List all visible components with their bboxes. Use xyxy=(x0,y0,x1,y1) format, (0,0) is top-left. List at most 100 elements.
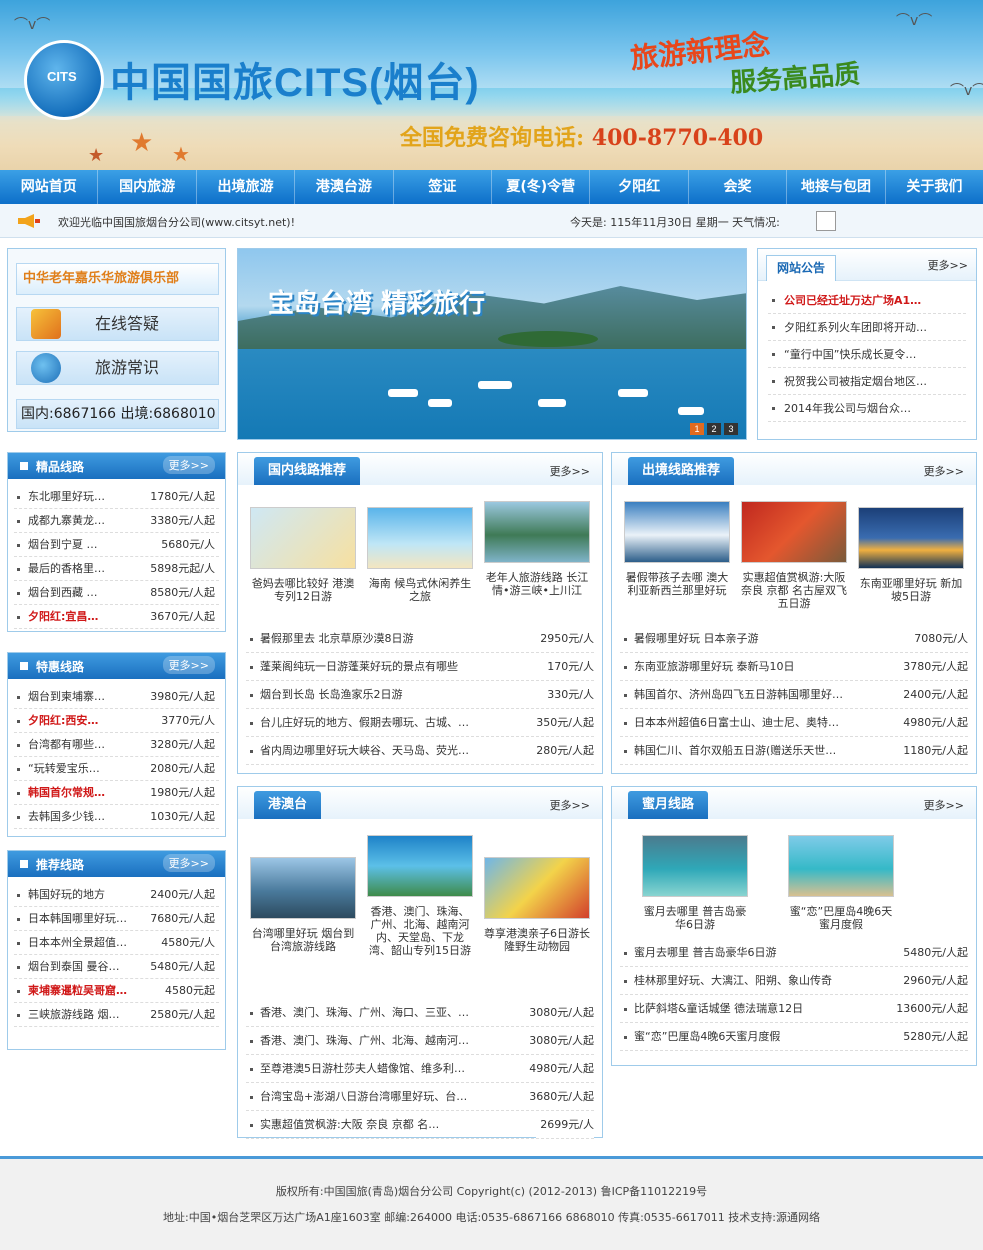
list-item[interactable]: 去韩国多少钱… 1030元/人起 xyxy=(14,805,219,829)
route-thumb-caption[interactable]: 暑假带孩子去哪 澳大利亚新西兰那里好玩 xyxy=(624,571,730,597)
list-item[interactable]: 烟台到宁夏 … 5680元/人 xyxy=(14,533,219,557)
list-item[interactable]: 韩国首尔常规… 1980元/人起 xyxy=(14,781,219,805)
list-item[interactable]: 夕阳红:西安… 3770元/人 xyxy=(14,709,219,733)
route-thumb[interactable]: 海南 候鸟式休闲养生之旅 xyxy=(367,507,473,603)
route-name[interactable]: 韩国仁川、首尔双船五日游(赠送乐天世… xyxy=(634,744,836,757)
route-thumb-caption[interactable]: 尊享港澳亲子6日游长隆野生动物园 xyxy=(484,927,590,953)
route-thumb-caption[interactable]: 香港、澳门、珠海、广州、北海、越南河内、天堂岛、下龙湾、韶山专列15日游 xyxy=(367,905,473,957)
route-name[interactable]: 韩国首尔、济州岛四飞五日游韩国哪里好… xyxy=(634,688,843,701)
route-thumb[interactable]: 东南亚哪里好玩 新加坡5日游 xyxy=(858,507,964,603)
route-image[interactable] xyxy=(484,857,590,919)
route-name[interactable]: 日本本州超值6日富士山、迪士尼、奥特… xyxy=(634,716,839,729)
domestic-title[interactable]: 国内线路推荐 xyxy=(254,457,361,485)
list-item[interactable]: 三峡旅游线路 烟… 2580元/人起 xyxy=(14,1003,219,1027)
list-item[interactable]: 蓬莱阁纯玩一日游蓬莱好玩的景点有哪些 170元/人 xyxy=(246,653,594,681)
list-item[interactable]: 最后的香格里… 5898元起/人 xyxy=(14,557,219,581)
route-image[interactable] xyxy=(858,507,964,569)
list-item[interactable]: 东南亚旅游哪里好玩 泰新马10日 3780元/人起 xyxy=(620,653,968,681)
domestic-more-link[interactable]: 更多>> xyxy=(550,463,590,479)
list-item[interactable]: 比萨斜塔&童话城堡 德法瑞意12日 13600元/人起 xyxy=(620,995,968,1023)
route-name[interactable]: 台湾宝岛+澎湖八日游台湾哪里好玩、台… xyxy=(260,1090,467,1103)
list-item[interactable]: 台儿庄好玩的地方、假期去哪玩、古城、… 350元/人起 xyxy=(246,709,594,737)
recommend-more-link[interactable]: 更多>> xyxy=(162,854,215,872)
list-item[interactable]: 暑假哪里好玩 日本亲子游 7080元/人 xyxy=(620,625,968,653)
route-name[interactable]: 桂林那里好玩、大漓江、阳朔、象山传奇 xyxy=(634,974,832,987)
list-item[interactable]: 烟台到长岛 长岛渔家乐2日游 330元/人 xyxy=(246,681,594,709)
route-name[interactable]: 日本本州全景超值… xyxy=(28,931,127,954)
site-logo-text[interactable]: 中国国旅CITS(烟台) xyxy=(110,50,480,108)
route-name[interactable]: 香港、澳门、珠海、广州、海口、三亚、… xyxy=(260,1006,469,1019)
list-item[interactable]: 蜜月去哪里 普吉岛豪华6日游 5480元/人起 xyxy=(620,939,968,967)
nav-item-mice[interactable]: 会奖 xyxy=(689,170,788,204)
club-title[interactable]: 中华老年嘉乐华旅游俱乐部 xyxy=(16,263,219,295)
list-item[interactable]: “玩转爱宝乐… 2080元/人起 xyxy=(14,757,219,781)
list-item[interactable]: 香港、澳门、珠海、广州、北海、越南河… 3080元/人起 xyxy=(246,1027,594,1055)
route-thumb[interactable]: 蜜“恋”巴厘岛4晚6天蜜月度假 xyxy=(788,835,894,931)
list-item[interactable]: 韩国仁川、首尔双船五日游(赠送乐天世… 1180元/人起 xyxy=(620,737,968,765)
list-item[interactable]: 烟台到西藏 … 8580元/人起 xyxy=(14,581,219,605)
nav-item-outbound[interactable]: 出境旅游 xyxy=(197,170,296,204)
list-item[interactable]: 蜜“恋”巴厘岛4晚6天蜜月度假 5280元/人起 xyxy=(620,1023,968,1051)
nav-item-domestic[interactable]: 国内旅游 xyxy=(98,170,197,204)
route-name[interactable]: 夕阳红:西安… xyxy=(28,709,98,732)
honeymoon-title[interactable]: 蜜月线路 xyxy=(628,791,709,819)
route-name[interactable]: 日本韩国哪里好玩… xyxy=(28,907,127,930)
route-thumb[interactable]: 暑假带孩子去哪 澳大利亚新西兰那里好玩 xyxy=(624,501,730,597)
notice-more-link[interactable]: 更多>> xyxy=(928,257,968,273)
notice-item[interactable]: “童行中国”快乐成长夏令… xyxy=(768,341,966,368)
list-item[interactable]: 日本本州超值6日富士山、迪士尼、奥特… 4980元/人起 xyxy=(620,709,968,737)
route-name[interactable]: 实惠超值赏枫游:大阪 奈良 京都 名… xyxy=(260,1118,439,1131)
special-more-link[interactable]: 更多>> xyxy=(162,656,215,674)
list-item[interactable]: 省内周边哪里好玩大峡谷、天马岛、荧光… 280元/人起 xyxy=(246,737,594,765)
outbound-more-link[interactable]: 更多>> xyxy=(924,463,964,479)
route-name[interactable]: 至尊港澳5日游杜莎夫人蜡像馆、维多利… xyxy=(260,1062,465,1075)
route-thumb-caption[interactable]: 实惠超值赏枫游:大阪 奈良 京都 名古屋双飞五日游 xyxy=(741,571,847,610)
route-image[interactable] xyxy=(642,835,748,897)
honeymoon-more-link[interactable]: 更多>> xyxy=(924,797,964,813)
route-name[interactable]: 暑假哪里好玩 日本亲子游 xyxy=(634,632,759,645)
route-name[interactable]: 蓬莱阁纯玩一日游蓬莱好玩的景点有哪些 xyxy=(260,660,458,673)
notice-item[interactable]: 2014年我公司与烟台众… xyxy=(768,395,966,422)
route-name[interactable]: 蜜“恋”巴厘岛4晚6天蜜月度假 xyxy=(634,1030,780,1043)
route-image[interactable] xyxy=(741,501,847,563)
notice-item[interactable]: 祝贺我公司被指定烟台地区… xyxy=(768,368,966,395)
route-name[interactable]: 东南亚旅游哪里好玩 泰新马10日 xyxy=(634,660,795,673)
route-name[interactable]: 柬埔寨暹粒吴哥窟… xyxy=(28,979,127,1002)
route-image[interactable] xyxy=(367,507,473,569)
route-image[interactable] xyxy=(367,835,473,897)
nav-item-visa[interactable]: 签证 xyxy=(394,170,493,204)
hero-slideshow[interactable]: 宝岛台湾 精彩旅行 1 2 3 xyxy=(237,248,747,440)
hkmacau-title[interactable]: 港澳台 xyxy=(254,791,322,819)
route-thumb-caption[interactable]: 爸妈去哪比较好 港澳专列12日游 xyxy=(250,577,356,603)
cits-globe-logo[interactable]: CITS xyxy=(24,40,104,120)
outbound-title[interactable]: 出境线路推荐 xyxy=(628,457,735,485)
route-image[interactable] xyxy=(624,501,730,563)
nav-item-ground-service[interactable]: 地接与包团 xyxy=(787,170,886,204)
route-name[interactable]: 烟台到柬埔寨… xyxy=(28,685,105,708)
route-thumb-caption[interactable]: 台湾哪里好玩 烟台到台湾旅游线路 xyxy=(250,927,356,953)
list-item[interactable]: 韩国好玩的地方 2400元/人起 xyxy=(14,883,219,907)
route-thumb[interactable]: 老年人旅游线路 长江情•游三峡•上川江 xyxy=(484,501,590,597)
list-item[interactable]: 烟台到泰国 曼谷… 5480元/人起 xyxy=(14,955,219,979)
list-item[interactable]: 台湾宝岛+澎湖八日游台湾哪里好玩、台… 3680元/人起 xyxy=(246,1083,594,1111)
list-item[interactable]: 韩国首尔、济州岛四飞五日游韩国哪里好… 2400元/人起 xyxy=(620,681,968,709)
route-name[interactable]: 比萨斜塔&童话城堡 德法瑞意12日 xyxy=(634,1002,803,1015)
route-image[interactable] xyxy=(788,835,894,897)
travel-tips-button[interactable]: 旅游常识 xyxy=(16,351,219,385)
list-item[interactable]: 香港、澳门、珠海、广州、海口、三亚、… 3080元/人起 xyxy=(246,999,594,1027)
route-name[interactable]: 三峡旅游线路 烟… xyxy=(28,1003,120,1026)
list-item[interactable]: 夕阳红:宜昌… 3670元/人起 xyxy=(14,605,219,629)
nav-item-about[interactable]: 关于我们 xyxy=(886,170,983,204)
route-name[interactable]: 烟台到西藏 … xyxy=(28,581,98,604)
list-item[interactable]: 烟台到柬埔寨… 3980元/人起 xyxy=(14,685,219,709)
notice-item[interactable]: 夕阳红系列火车团即将开动… xyxy=(768,314,966,341)
list-item[interactable]: 日本本州全景超值… 4580元/人 xyxy=(14,931,219,955)
list-item[interactable]: 暑假那里去 北京草原沙漠8日游 2950元/人 xyxy=(246,625,594,653)
list-item[interactable]: 日本韩国哪里好玩… 7680元/人起 xyxy=(14,907,219,931)
route-name[interactable]: 东北哪里好玩… xyxy=(28,485,105,508)
notice-title[interactable]: 网站公告 xyxy=(766,255,836,281)
nav-item-hk-macau-taiwan[interactable]: 港澳台游 xyxy=(295,170,394,204)
route-name[interactable]: 烟台到泰国 曼谷… xyxy=(28,955,120,978)
slide-dot-2[interactable]: 2 xyxy=(707,423,721,435)
route-name[interactable]: 烟台到长岛 长岛渔家乐2日游 xyxy=(260,688,403,701)
